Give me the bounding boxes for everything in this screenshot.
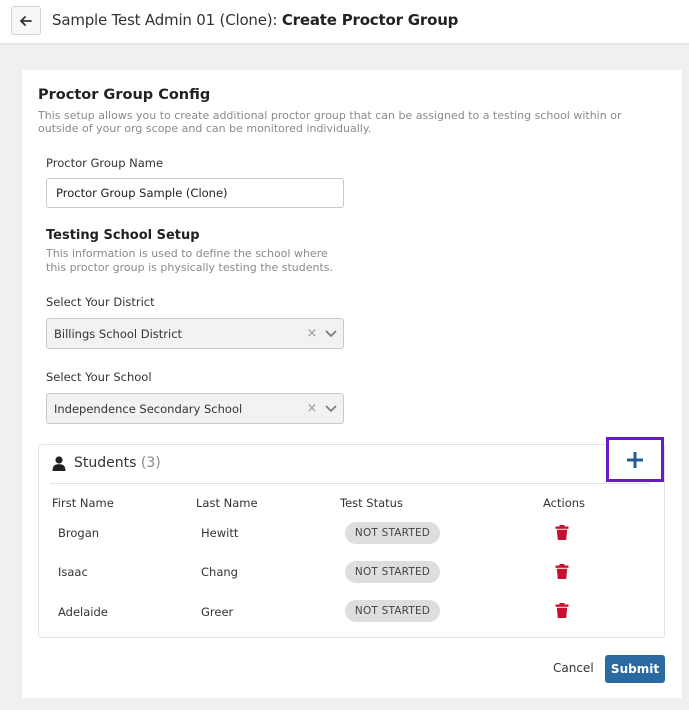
submit-button[interactable]: Submit (605, 655, 665, 683)
school-select[interactable]: Independence Secondary School × (46, 393, 344, 424)
column-header-test-status: Test Status (340, 496, 403, 510)
page-title: Sample Test Admin 01 (Clone): Create Pro… (52, 11, 458, 29)
plus-icon (627, 451, 643, 468)
trash-icon[interactable] (555, 525, 569, 540)
student-first-name: Isaac (58, 565, 88, 579)
students-title: Students (3) (74, 455, 161, 471)
page-title-main: Create Proctor Group (281, 11, 459, 29)
group-name-input[interactable] (46, 178, 344, 208)
status-badge: NOT STARTED (345, 561, 440, 583)
student-last-name: Hewitt (201, 526, 239, 540)
trash-icon[interactable] (555, 564, 569, 579)
district-label: Select Your District (46, 295, 155, 309)
cancel-button[interactable]: Cancel (553, 661, 594, 675)
column-header-actions: Actions (543, 496, 586, 510)
page-title-prefix: Sample Test Admin 01 (Clone): (52, 11, 278, 29)
school-chevron-down-icon[interactable] (319, 404, 343, 413)
district-select[interactable]: Billings School District × (46, 318, 344, 349)
add-student-highlight (606, 437, 664, 482)
students-title-label: Students (74, 455, 137, 471)
column-header-first-name: First Name (52, 496, 114, 510)
school-setup-description: This information is used to define the s… (46, 247, 334, 274)
status-badge: NOT STARTED (345, 522, 440, 544)
district-clear-icon[interactable]: × (305, 326, 319, 341)
column-header-last-name: Last Name (196, 496, 258, 510)
arrow-left-icon (20, 15, 32, 26)
status-badge: NOT STARTED (345, 600, 440, 622)
trash-icon[interactable] (555, 603, 569, 618)
student-first-name: Adelaide (58, 605, 108, 619)
config-description: This setup allows you to create addition… (38, 109, 622, 135)
school-clear-icon[interactable]: × (305, 401, 319, 416)
student-last-name: Chang (201, 565, 238, 579)
user-icon (52, 456, 66, 471)
student-first-name: Brogan (58, 526, 100, 540)
proctor-group-form: Proctor Group Config This setup allows y… (22, 70, 682, 698)
add-student-button[interactable] (609, 440, 661, 479)
config-title: Proctor Group Config (38, 87, 211, 103)
district-select-value: Billings School District (54, 326, 183, 341)
school-setup-title: Testing School Setup (46, 228, 200, 243)
school-label: Select Your School (46, 370, 152, 384)
district-chevron-down-icon[interactable] (319, 329, 343, 338)
school-select-value: Independence Secondary School (54, 401, 243, 416)
back-button[interactable] (11, 6, 41, 35)
student-last-name: Greer (201, 605, 234, 619)
top-bar: Sample Test Admin 01 (Clone): Create Pro… (0, 0, 689, 44)
students-header: Students (3) (50, 445, 650, 484)
group-name-label: Proctor Group Name (46, 156, 164, 170)
students-count: (3) (140, 455, 161, 471)
